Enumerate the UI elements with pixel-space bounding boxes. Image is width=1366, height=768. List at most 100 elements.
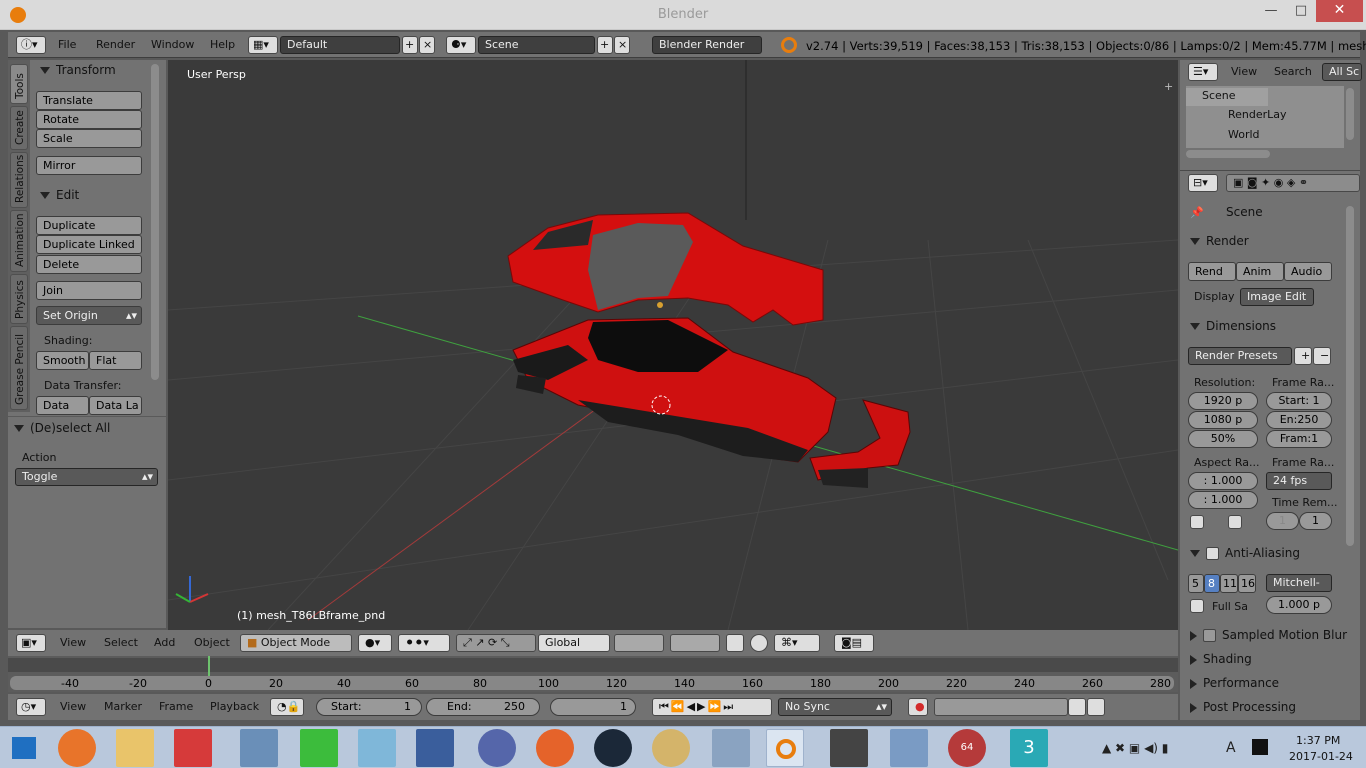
monitor-app-icon[interactable]	[890, 729, 928, 767]
file-explorer-icon[interactable]	[116, 729, 154, 767]
mirror-button[interactable]: Mirror	[36, 156, 142, 175]
border-checkbox[interactable]	[1190, 515, 1204, 529]
menu-render[interactable]: Render	[96, 38, 135, 51]
pin-icon[interactable]: 📌	[1190, 206, 1204, 219]
time-remap-old-field[interactable]: 1	[1266, 512, 1299, 530]
clock-date[interactable]: 2017-01-24	[1289, 750, 1353, 763]
translate-button[interactable]: Translate	[36, 91, 142, 110]
time-remap-new-field[interactable]: 1	[1299, 512, 1332, 530]
remove-layout-button[interactable]: ×	[419, 36, 435, 54]
calculator-icon[interactable]	[712, 729, 750, 767]
properties-scrollbar[interactable]	[1346, 206, 1354, 546]
menu-object[interactable]: Object	[194, 636, 230, 649]
tray-icons[interactable]: ▲ ✖ ▣ ◀) ▮	[1102, 741, 1168, 755]
tab-relations[interactable]: Relations	[10, 152, 28, 208]
transform-header[interactable]: Transform	[40, 63, 116, 77]
crop-checkbox[interactable]	[1228, 515, 1242, 529]
aa-samples-11[interactable]: 11	[1220, 574, 1238, 593]
preview-range-button[interactable]: ◔🔒	[270, 698, 304, 716]
editor-type-timeline-button[interactable]: ◷▾	[16, 698, 46, 716]
layers-a-grid[interactable]	[614, 634, 664, 652]
expand-tool-shelf-icon[interactable]: +	[1164, 80, 1173, 93]
anti-aliasing-section-header[interactable]: Anti-Aliasing	[1190, 546, 1350, 568]
outliner-scrollbar-h[interactable]	[1186, 150, 1270, 158]
window-app-icon[interactable]	[830, 729, 868, 767]
operator-header[interactable]: (De)select All	[14, 421, 110, 435]
performance-section-header[interactable]: Performance	[1190, 676, 1350, 698]
post-processing-section-header[interactable]: Post Processing	[1190, 700, 1350, 722]
connections-icon[interactable]	[536, 729, 574, 767]
tool-shelf-scrollbar[interactable]	[151, 64, 159, 380]
flat-button[interactable]: Flat	[89, 351, 142, 370]
shading-section-header[interactable]: Shading	[1190, 652, 1350, 674]
resolution-x-field[interactable]: 1920 p	[1188, 392, 1258, 410]
menu-add[interactable]: Add	[154, 636, 175, 649]
resolution-percentage-field[interactable]: 50%	[1188, 430, 1258, 448]
tab-tools[interactable]: Tools	[10, 64, 28, 104]
aa-samples-8[interactable]: 8	[1204, 574, 1220, 593]
add-scene-button[interactable]: +	[597, 36, 613, 54]
frame-start-field[interactable]: Start: 1	[1266, 392, 1332, 410]
outliner-filter-dropdown[interactable]: All Sc	[1322, 63, 1362, 81]
frame-step-field[interactable]: Fram:1	[1266, 430, 1332, 448]
sync-dropdown[interactable]: No Sync ▴▾	[778, 698, 892, 716]
animation-button[interactable]: Anim	[1236, 262, 1284, 281]
pivot-dropdown[interactable]: ⚫⚫▾	[398, 634, 450, 652]
outliner-item-world[interactable]: World	[1228, 128, 1260, 141]
playback-controls[interactable]: ⏮⏪◀▶⏩⏭	[652, 698, 772, 716]
start-frame-field[interactable]: Start: 1	[316, 698, 422, 716]
start-icon[interactable]	[12, 737, 36, 759]
tab-create[interactable]: Create	[10, 106, 28, 150]
editor-type-button[interactable]: ⓘ▾	[16, 36, 46, 54]
properties-editor-type-button[interactable]: ⊟▾	[1188, 174, 1218, 192]
scene-field[interactable]: Scene	[478, 36, 595, 54]
frame-rate-dropdown[interactable]: 24 fps	[1266, 472, 1332, 490]
layout-field[interactable]: Default	[280, 36, 400, 54]
add-layout-button[interactable]: +	[402, 36, 418, 54]
firefox-icon[interactable]	[58, 729, 96, 767]
outliner-editor-type-button[interactable]: ☰▾	[1188, 63, 1218, 81]
end-frame-field[interactable]: End: 250	[426, 698, 540, 716]
menu-file[interactable]: File	[58, 38, 76, 51]
proportional-edit-button[interactable]	[726, 634, 744, 652]
clock-time[interactable]: 1:37 PM	[1296, 734, 1340, 747]
orientation-dropdown[interactable]: Global	[538, 634, 610, 652]
snap-element-dropdown[interactable]: ⌘▾	[774, 634, 820, 652]
outliner-view-menu[interactable]: View	[1231, 65, 1257, 78]
language-indicator[interactable]: A	[1226, 740, 1236, 756]
dimensions-section-header[interactable]: Dimensions	[1190, 319, 1350, 341]
aa-samples-16[interactable]: 16	[1238, 574, 1256, 593]
timeline[interactable]: -40 -20 0 20 40 60 80 100 120 140 160 18…	[8, 656, 1178, 692]
manipulator-buttons[interactable]: ⤢ ↗ ⟳ ⤡	[456, 634, 536, 652]
anti-aliasing-checkbox[interactable]	[1206, 547, 1219, 560]
scale-button[interactable]: Scale	[36, 129, 142, 148]
image-editor-icon[interactable]	[416, 729, 454, 767]
motion-blur-checkbox[interactable]	[1203, 629, 1216, 642]
network-icon[interactable]	[240, 729, 278, 767]
notification-app-icon[interactable]: 64	[948, 729, 986, 767]
menu-view-timeline[interactable]: View	[60, 700, 86, 713]
aa-filter-dropdown[interactable]: Mitchell-	[1266, 574, 1332, 592]
steam-icon[interactable]	[594, 729, 632, 767]
duplicate-button[interactable]: Duplicate	[36, 216, 142, 235]
scene-icon-button[interactable]: ⚈▾	[446, 36, 476, 54]
set-origin-dropdown[interactable]: Set Origin ▴▾	[36, 306, 142, 325]
minimize-button[interactable]: —	[1256, 0, 1286, 24]
menu-view[interactable]: View	[60, 636, 86, 649]
aa-samples-5[interactable]: 5	[1188, 574, 1204, 593]
shading-dropdown[interactable]: ●▾	[358, 634, 392, 652]
line-app-icon[interactable]	[300, 729, 338, 767]
tab-grease-pencil[interactable]: Grease Pencil	[10, 326, 28, 410]
menu-select[interactable]: Select	[104, 636, 138, 649]
join-button[interactable]: Join	[36, 281, 142, 300]
maximize-button[interactable]: □	[1286, 0, 1316, 24]
menu-playback[interactable]: Playback	[210, 700, 259, 713]
duplicate-linked-button[interactable]: Duplicate Linked	[36, 235, 142, 254]
smooth-button[interactable]: Smooth	[36, 351, 89, 370]
playhead[interactable]	[208, 656, 210, 678]
paint-icon[interactable]	[652, 729, 690, 767]
frame-end-field[interactable]: En:250	[1266, 411, 1332, 429]
remove-preset-button[interactable]: −	[1313, 347, 1331, 365]
input-method-icon[interactable]	[1252, 739, 1268, 755]
outliner-scrollbar-v[interactable]	[1346, 88, 1354, 140]
